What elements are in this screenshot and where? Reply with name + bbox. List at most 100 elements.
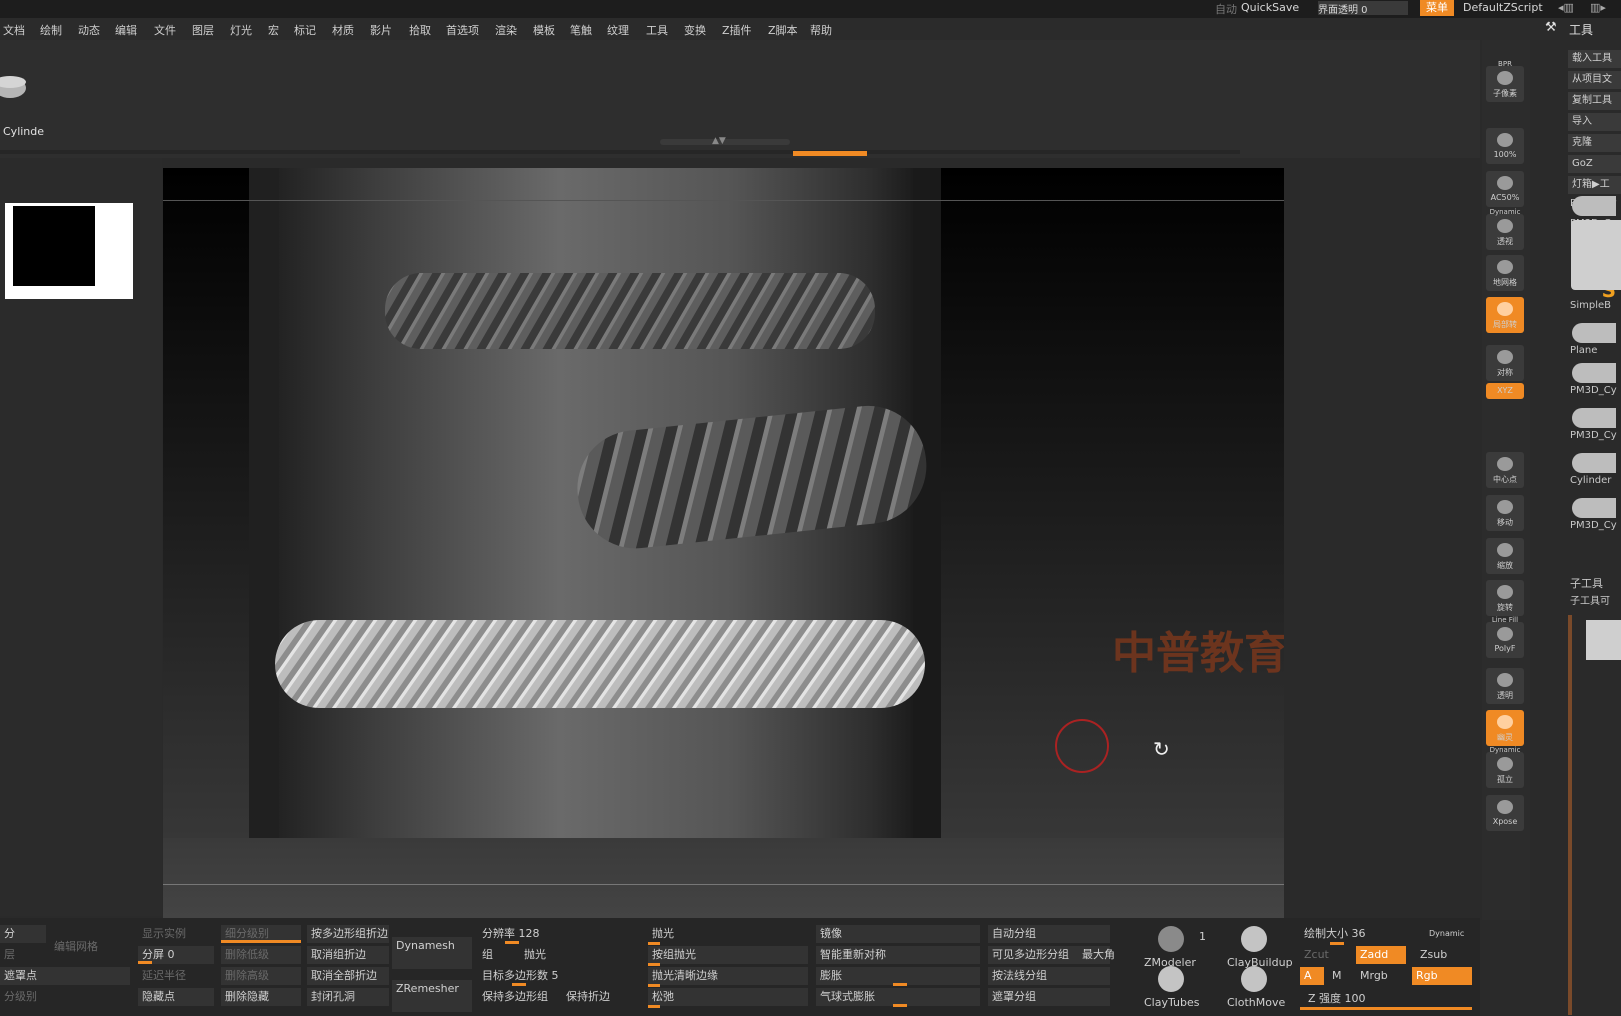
geo-col4-2[interactable]: 取消全部折边 bbox=[307, 967, 389, 985]
geo-col3-3[interactable]: 删除隐藏 bbox=[221, 988, 301, 1006]
rail-xyz-button[interactable]: XYZ bbox=[1486, 383, 1524, 399]
rail-xpose-button[interactable]: Xpose bbox=[1486, 795, 1524, 831]
rail-scale-button[interactable]: 缩放 bbox=[1486, 538, 1524, 574]
dynamesh-2[interactable]: 目标多边形数 5 bbox=[478, 967, 638, 985]
menu-10[interactable]: 影片 bbox=[370, 22, 392, 38]
mrgb-button[interactable]: Mrgb bbox=[1356, 967, 1406, 985]
polygroup-3[interactable]: 遮罩分组 bbox=[988, 988, 1110, 1006]
palette-item-thumb-6[interactable] bbox=[1572, 453, 1616, 473]
brush-1-icon[interactable] bbox=[1241, 926, 1267, 952]
current-tool-thumbnail[interactable] bbox=[0, 70, 34, 102]
main-color[interactable] bbox=[13, 206, 95, 286]
rgb-button[interactable]: Rgb bbox=[1412, 967, 1472, 985]
palette-item-thumb-7[interactable] bbox=[1572, 498, 1616, 518]
split-slider[interactable] bbox=[138, 961, 152, 964]
deform-slider-0[interactable] bbox=[648, 942, 660, 945]
target-polycount-slider[interactable] bbox=[512, 983, 526, 986]
menu-0[interactable]: 文档 bbox=[3, 22, 25, 38]
menu-5[interactable]: 图层 bbox=[192, 22, 214, 38]
palette-item-thumb-3[interactable] bbox=[1572, 323, 1616, 343]
geo-col3-2[interactable]: 删除高级 bbox=[221, 967, 301, 985]
palette-button-4[interactable]: 克隆 bbox=[1568, 134, 1621, 152]
geo-col1-3[interactable]: 分级别 bbox=[0, 988, 46, 1006]
palette-item-7[interactable]: PM3D_Cy bbox=[1570, 520, 1617, 531]
brush-0-label[interactable]: ZModeler bbox=[1140, 954, 1230, 972]
script-label[interactable]: DefaultZScript bbox=[1463, 1, 1543, 14]
deform-slider-2[interactable] bbox=[648, 984, 660, 987]
subtool-scrollbar[interactable] bbox=[1568, 615, 1572, 1015]
geo-col2-2[interactable]: 延迟半径 bbox=[138, 967, 214, 985]
menu-15[interactable]: 笔触 bbox=[570, 22, 592, 38]
interface-transparency-slider[interactable]: 界面透明 0 bbox=[1318, 1, 1408, 16]
keep-crease-toggle[interactable]: 保持折边 bbox=[562, 988, 632, 1006]
subdivision-slider[interactable] bbox=[221, 940, 301, 943]
menu-20[interactable]: Z脚本 bbox=[768, 22, 798, 38]
menu-3[interactable]: 编辑 bbox=[115, 22, 137, 38]
zremesher-button[interactable]: ZRemesher bbox=[392, 980, 472, 1012]
rail-polyf-button[interactable]: Line Fill PolyF bbox=[1486, 616, 1524, 658]
menu-toggle-button[interactable]: 菜单 bbox=[1420, 0, 1454, 16]
geo-col1-0[interactable]: 分 bbox=[0, 925, 46, 943]
palette-button-2[interactable]: 复制工具 bbox=[1568, 92, 1621, 110]
palette-item-3[interactable]: Plane bbox=[1570, 345, 1597, 356]
menu-8[interactable]: 标记 bbox=[294, 22, 316, 38]
dynamesh-0[interactable]: 分辨率 128 bbox=[478, 925, 638, 943]
m-button[interactable]: M bbox=[1328, 967, 1352, 985]
rail-persp-button[interactable]: Dynamic 透视 bbox=[1486, 208, 1524, 250]
palette-item-thumb-5[interactable] bbox=[1572, 408, 1616, 428]
rail-ghost-button[interactable]: 幽灵 bbox=[1486, 710, 1524, 746]
palette-item-2[interactable]: SimpleB bbox=[1570, 300, 1611, 311]
menu-13[interactable]: 渲染 bbox=[495, 22, 517, 38]
polygroup-0[interactable]: 自动分组 bbox=[988, 925, 1110, 943]
rail-actual-button[interactable]: 100% bbox=[1486, 128, 1524, 164]
deform2-0[interactable]: 镜像 bbox=[816, 925, 980, 943]
menu-7[interactable]: 宏 bbox=[268, 22, 279, 38]
brush-0-icon[interactable] bbox=[1158, 926, 1184, 952]
menu-11[interactable]: 拾取 bbox=[409, 22, 431, 38]
inflate-slider[interactable] bbox=[893, 983, 907, 986]
brush-3-icon[interactable] bbox=[1241, 966, 1267, 992]
palette-item-thumb-4[interactable] bbox=[1572, 363, 1616, 383]
geo-col3-1[interactable]: 删除低级 bbox=[221, 946, 301, 964]
expand-icon[interactable]: ▥▸ bbox=[1590, 1, 1606, 14]
menu-4[interactable]: 文件 bbox=[154, 22, 176, 38]
geo-col1-2[interactable]: 遮罩点 bbox=[0, 967, 130, 985]
deform-3[interactable]: 松弛 bbox=[648, 988, 808, 1006]
resolution-slider[interactable] bbox=[505, 941, 519, 944]
chevron-icon[interactable]: ◂▥ bbox=[1558, 1, 1574, 14]
menu-16[interactable]: 纹理 bbox=[607, 22, 629, 38]
rail-solo-button[interactable]: Dynamic 孤立 bbox=[1486, 746, 1524, 788]
draw-size-handle[interactable] bbox=[1330, 942, 1344, 945]
menu-9[interactable]: 材质 bbox=[332, 22, 354, 38]
quicksave-button[interactable]: QuickSave bbox=[1241, 1, 1299, 14]
geo-col4-1[interactable]: 取消组折边 bbox=[307, 946, 389, 964]
a-button[interactable]: A bbox=[1300, 967, 1324, 985]
palette-button-0[interactable]: 载入工具 bbox=[1568, 50, 1621, 68]
geo-col4-0[interactable]: 按多边形组折边 bbox=[307, 925, 389, 943]
geo-col1-1[interactable]: 层 bbox=[0, 946, 46, 964]
rail-transp-button[interactable]: 透明 bbox=[1486, 668, 1524, 704]
deform-slider-1[interactable] bbox=[648, 963, 660, 966]
palette-button-6[interactable]: 灯箱▶工 bbox=[1568, 176, 1621, 194]
geo-col4-3[interactable]: 封闭孔洞 bbox=[307, 988, 389, 1006]
menu-19[interactable]: Z插件 bbox=[722, 22, 752, 38]
subtool-thumb[interactable] bbox=[1586, 620, 1621, 660]
rail-center-button[interactable]: 中心点 bbox=[1486, 452, 1524, 488]
polygroup-2[interactable]: 按法线分组 bbox=[988, 967, 1110, 985]
palette-button-1[interactable]: 从项目文 bbox=[1568, 71, 1621, 89]
menu-17[interactable]: 工具 bbox=[646, 22, 668, 38]
balloon-slider[interactable] bbox=[893, 1004, 907, 1007]
deform-0[interactable]: 抛光 bbox=[648, 925, 808, 943]
deform-slider-3[interactable] bbox=[648, 1005, 660, 1008]
geo-col2-0[interactable]: 显示实例 bbox=[138, 925, 214, 943]
rail-move-button[interactable]: 移动 bbox=[1486, 495, 1524, 531]
deform2-1[interactable]: 智能重新对称 bbox=[816, 946, 980, 964]
deform-2[interactable]: 抛光清晰边缘 bbox=[648, 967, 808, 985]
menu-1[interactable]: 绘制 bbox=[40, 22, 62, 38]
palette-item-6[interactable]: Cylinder bbox=[1570, 475, 1611, 486]
palette-button-3[interactable]: 导入 bbox=[1568, 113, 1621, 131]
menu-12[interactable]: 首选项 bbox=[446, 22, 479, 38]
draw-size-slider[interactable]: 绘制大小 36 bbox=[1300, 925, 1420, 943]
menu-21[interactable]: 帮助 bbox=[810, 22, 832, 38]
menu-6[interactable]: 灯光 bbox=[230, 22, 252, 38]
